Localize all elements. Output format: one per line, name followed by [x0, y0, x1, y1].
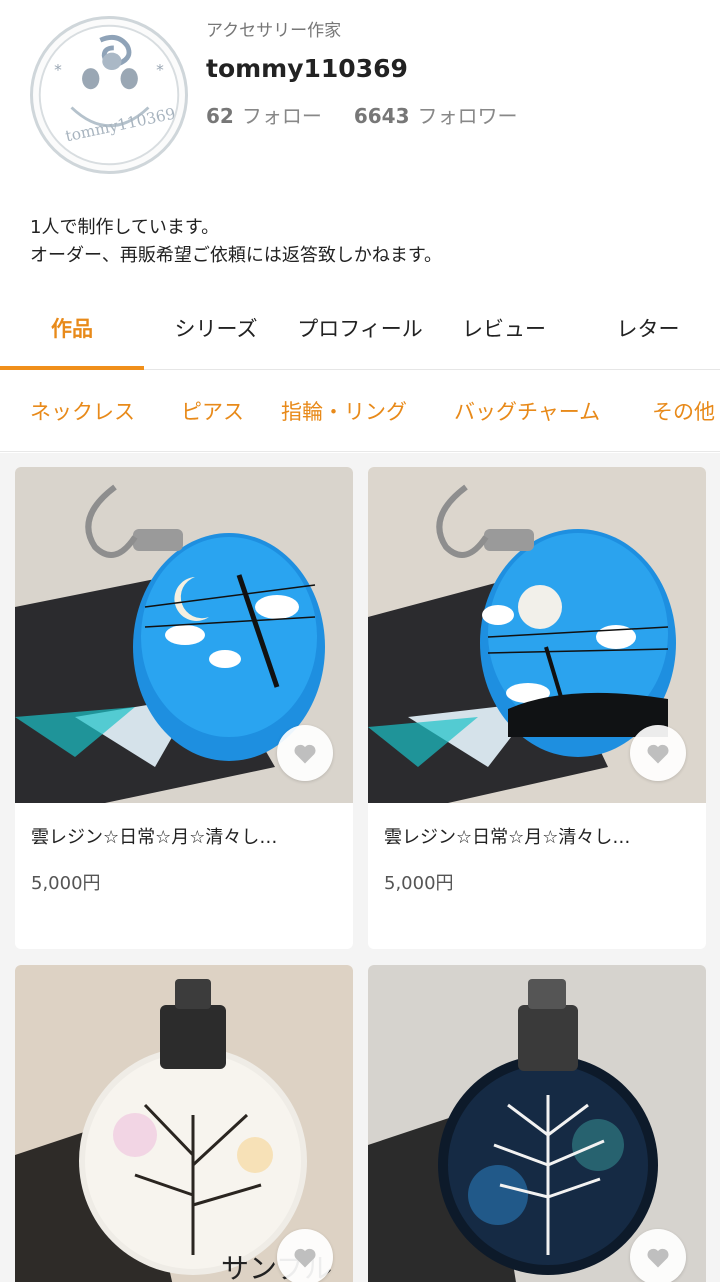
follow-stats: 62 フォロー 6643 フォロワー: [206, 100, 518, 129]
profile-tabs: 作品 シリーズ プロフィール レビュー レター: [0, 298, 720, 370]
tab-series[interactable]: シリーズ: [144, 298, 288, 368]
category-necklace[interactable]: ネックレス: [30, 396, 135, 426]
followers-link[interactable]: 6643 フォロワー: [354, 100, 518, 129]
following-label: フォロー: [241, 104, 322, 128]
favorite-button[interactable]: [630, 1229, 686, 1282]
bio-line: 1人で制作しています。: [30, 217, 220, 238]
avatar[interactable]: * * tommy110369: [30, 16, 188, 174]
following-link[interactable]: 62 フォロー: [206, 100, 322, 129]
product-card[interactable]: 雲レジン☆日常☆月☆清々し… 5,000円: [368, 467, 706, 949]
product-card[interactable]: サンプル: [15, 965, 353, 1282]
profile-bio: 1人で制作しています。 オーダー、再販希望ご依頼には返答致しかねます。: [30, 214, 442, 270]
favorite-button[interactable]: [630, 725, 686, 781]
username: tommy110369: [206, 54, 408, 83]
tab-works[interactable]: 作品: [0, 298, 144, 368]
following-count: 62: [206, 104, 234, 128]
category-other[interactable]: その他: [652, 396, 715, 426]
heart-icon: [647, 744, 669, 764]
category-filter-bar: ネックレス ピアス 指輪・リング バッグチャーム その他: [0, 372, 720, 452]
product-title[interactable]: 雲レジン☆日常☆月☆清々し…: [31, 823, 277, 849]
product-grid: 雲レジン☆日常☆月☆清々し… 5,000円 雲レジン☆日常☆月☆清々し… 5,0…: [0, 453, 720, 1282]
product-title[interactable]: 雲レジン☆日常☆月☆清々し…: [384, 823, 630, 849]
category-earrings[interactable]: ピアス: [181, 396, 244, 426]
product-price: 5,000円: [384, 873, 454, 894]
tab-letters[interactable]: レター: [576, 298, 720, 368]
product-card[interactable]: [368, 965, 706, 1282]
active-tab-indicator: [0, 366, 144, 370]
followers-label: フォロワー: [417, 104, 518, 128]
category-rings[interactable]: 指輪・リング: [281, 396, 407, 426]
creator-category: アクセサリー作家: [206, 21, 342, 41]
favorite-button[interactable]: [277, 725, 333, 781]
heart-icon: [294, 744, 316, 764]
followers-count: 6643: [353, 104, 410, 128]
category-bag-charm[interactable]: バッグチャーム: [454, 396, 600, 426]
profile-header: * * tommy110369 アクセサリー作家 tommy110369 62 フ…: [0, 0, 720, 200]
heart-icon: [294, 1248, 316, 1268]
bio-line: オーダー、再販希望ご依頼には返答致しかねます。: [30, 245, 443, 266]
product-price: 5,000円: [31, 873, 101, 894]
svg-text:*: *: [156, 61, 164, 79]
avatar-logo: * * tommy110369: [38, 24, 180, 166]
heart-icon: [647, 1248, 669, 1268]
tab-reviews[interactable]: レビュー: [432, 298, 576, 368]
product-card[interactable]: 雲レジン☆日常☆月☆清々し… 5,000円: [15, 467, 353, 949]
svg-text:*: *: [54, 61, 62, 79]
favorite-button[interactable]: [277, 1229, 333, 1282]
tab-profile[interactable]: プロフィール: [288, 298, 432, 368]
